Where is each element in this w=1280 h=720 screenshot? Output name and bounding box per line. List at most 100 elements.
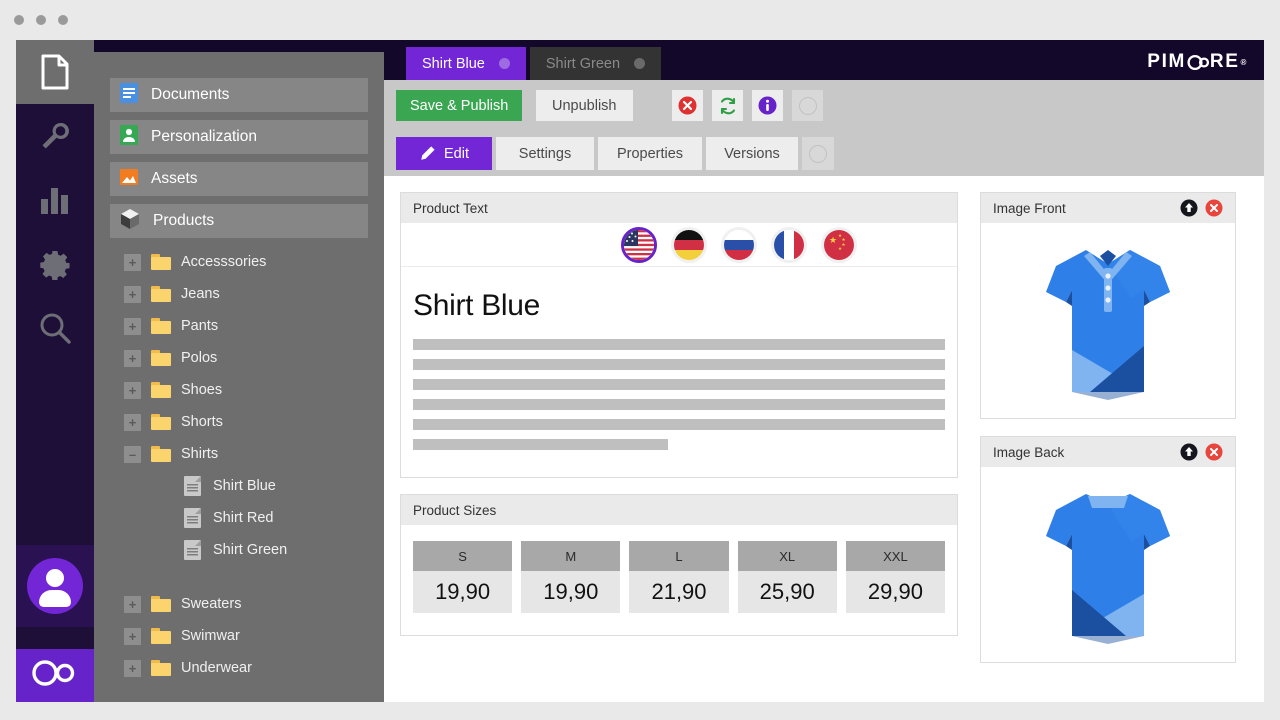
delete-button[interactable] (672, 90, 703, 121)
size-column-xxl[interactable]: XXL 29,90 (846, 541, 945, 613)
tree-item-label: Swimwar (181, 628, 240, 644)
expander-plus-icon[interactable]: + (124, 628, 141, 645)
language-flags: ★ ★★★★★ (401, 223, 957, 267)
app-window: Documents Personalization Assets Product… (0, 0, 1280, 720)
sidebar-item-documents[interactable]: Documents (110, 78, 368, 112)
shirt-front-image[interactable] (981, 223, 1235, 418)
close-icon[interactable] (499, 58, 510, 69)
expander-plus-icon[interactable]: + (124, 254, 141, 271)
tab-label: Settings (519, 146, 571, 162)
tab-properties[interactable]: Properties (598, 137, 702, 170)
flag-ru[interactable] (721, 227, 757, 263)
section-tabs: Edit Settings Properties Versions (384, 132, 1264, 176)
tab-placeholder[interactable] (802, 137, 834, 170)
flag-cn[interactable]: ★★★★★ (821, 227, 857, 263)
tab-label: Properties (617, 146, 683, 162)
expander-plus-icon[interactable]: + (124, 286, 141, 303)
flag-us[interactable]: ★ (621, 227, 657, 263)
tree-item-shoes[interactable]: + Shoes (94, 374, 384, 406)
tree-item-label: Shirt Red (213, 510, 273, 526)
size-price: 29,90 (846, 571, 945, 613)
close-icon[interactable] (634, 58, 645, 69)
info-icon (758, 96, 777, 115)
pencil-icon (419, 145, 436, 162)
person-green-icon (118, 124, 140, 151)
upload-icon[interactable] (1180, 199, 1198, 217)
panel-title: Product Sizes (413, 503, 496, 518)
tree-item-jeans[interactable]: + Jeans (94, 278, 384, 310)
flag-de[interactable] (671, 227, 707, 263)
user-avatar[interactable] (16, 545, 94, 627)
rail-item-tools[interactable] (16, 104, 94, 168)
tree-item-accessories[interactable]: + Accesssories (94, 246, 384, 278)
tree-item-underwear[interactable]: + Underwear (94, 652, 384, 684)
sidebar-label: Assets (151, 170, 198, 188)
tab-versions[interactable]: Versions (706, 137, 798, 170)
tree-item-label: Shirt Green (213, 542, 287, 558)
minimize-dot[interactable] (36, 15, 46, 25)
save-publish-button[interactable]: Save & Publish (396, 90, 522, 121)
infinity-logo-icon (30, 658, 80, 693)
tree-item-sweaters[interactable]: + Sweaters (94, 588, 384, 620)
tree-sidebar: Documents Personalization Assets Product… (94, 52, 384, 702)
tree-spacer (94, 566, 384, 588)
tree-item-label: Underwear (181, 660, 252, 676)
sidebar-label: Products (153, 212, 214, 230)
rail-item-reports[interactable] (16, 168, 94, 232)
expander-plus-icon[interactable]: + (124, 382, 141, 399)
unpublish-button[interactable]: Unpublish (536, 90, 633, 121)
flag-fr[interactable] (771, 227, 807, 263)
expander-plus-icon[interactable]: + (124, 350, 141, 367)
sidebar-item-personalization[interactable]: Personalization (110, 120, 368, 154)
sidebar-item-products[interactable]: Products (110, 204, 368, 238)
rail-item-search[interactable] (16, 296, 94, 360)
shirt-back-image[interactable] (981, 467, 1235, 662)
sidebar-item-assets[interactable]: Assets (110, 162, 368, 196)
tab-shirt-blue[interactable]: Shirt Blue (406, 47, 526, 80)
pimcore-logo-button[interactable] (16, 649, 94, 702)
placeholder-button[interactable] (792, 90, 823, 121)
close-dot[interactable] (14, 15, 24, 25)
image-back-panel: Image Back (980, 436, 1236, 663)
avatar-icon (27, 558, 83, 614)
tab-shirt-green[interactable]: Shirt Green (530, 47, 661, 80)
maximize-dot[interactable] (58, 15, 68, 25)
rail-item-documents[interactable] (16, 40, 94, 104)
rail-item-settings[interactable] (16, 232, 94, 296)
expander-minus-icon[interactable]: – (124, 446, 141, 463)
close-icon[interactable] (1205, 443, 1223, 461)
bar-chart-icon (40, 186, 70, 214)
size-column-m[interactable]: M 19,90 (521, 541, 620, 613)
info-button[interactable] (752, 90, 783, 121)
reload-button[interactable] (712, 90, 743, 121)
size-column-s[interactable]: S 19,90 (413, 541, 512, 613)
tree-item-swimwear[interactable]: + Swimwar (94, 620, 384, 652)
tab-edit[interactable]: Edit (396, 137, 492, 170)
tree-item-shirt-blue[interactable]: Shirt Blue (94, 470, 384, 502)
brand-trademark: ® (1241, 58, 1249, 67)
tree-item-shirt-green[interactable]: Shirt Green (94, 534, 384, 566)
folder-icon (151, 414, 171, 430)
document-icon (40, 54, 70, 90)
tree-item-polos[interactable]: + Polos (94, 342, 384, 374)
tree-item-pants[interactable]: + Pants (94, 310, 384, 342)
brand-infinity-icon (1187, 53, 1209, 72)
size-column-xl[interactable]: XL 25,90 (738, 541, 837, 613)
expander-plus-icon[interactable]: + (124, 596, 141, 613)
close-icon[interactable] (1205, 199, 1223, 217)
product-heading: Shirt Blue (401, 267, 957, 339)
tree-item-shorts[interactable]: + Shorts (94, 406, 384, 438)
expander-plus-icon[interactable]: + (124, 660, 141, 677)
tree-item-shirts[interactable]: – Shirts (94, 438, 384, 470)
size-label: M (521, 541, 620, 571)
text-line (413, 399, 945, 410)
text-line (413, 439, 668, 450)
expander-plus-icon[interactable]: + (124, 318, 141, 335)
upload-icon[interactable] (1180, 443, 1198, 461)
expander-plus-icon[interactable]: + (124, 414, 141, 431)
size-column-l[interactable]: L 21,90 (629, 541, 728, 613)
tab-settings[interactable]: Settings (496, 137, 594, 170)
tree-item-shirt-red[interactable]: Shirt Red (94, 502, 384, 534)
top-bar: Shirt Blue Shirt Green PIM RE ® (384, 40, 1264, 80)
folder-icon (151, 660, 171, 676)
